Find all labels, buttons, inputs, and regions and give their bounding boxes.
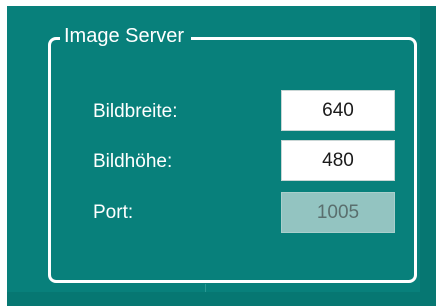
port-label: Port:: [93, 202, 134, 223]
image-height-label: Bildhöhe:: [93, 151, 173, 172]
groupbox-title: Image Server: [60, 22, 192, 50]
divider-line: [205, 284, 206, 292]
image-height-input[interactable]: [281, 140, 395, 181]
left-edge: [0, 0, 7, 306]
port-input: [281, 192, 395, 233]
right-shade: [420, 6, 436, 306]
top-edge: [0, 0, 436, 6]
bottom-shade: [7, 292, 436, 306]
image-width-input[interactable]: [281, 90, 395, 131]
image-width-label: Bildbreite:: [93, 101, 178, 122]
